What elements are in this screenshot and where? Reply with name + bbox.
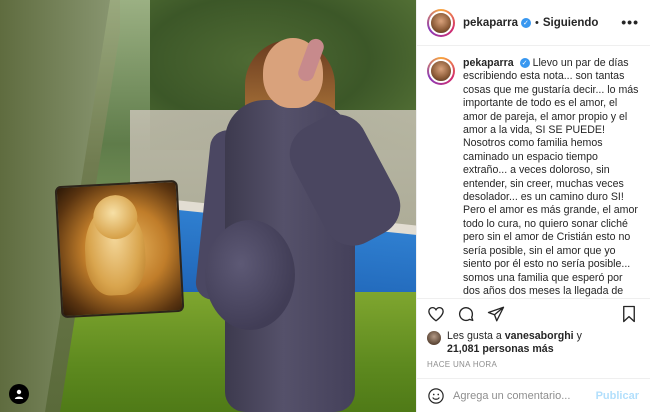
ultrasound-inset [54,179,185,319]
comment-input[interactable] [453,389,593,402]
caption-body: Llevo un par de días escribiendo esta no… [463,57,639,297]
person-belly [205,220,295,330]
header-username[interactable]: pekaparra [463,17,518,29]
action-icons-row [427,305,505,323]
header-separator: • [534,16,539,29]
comment-box: Publicar [417,378,650,412]
publish-button[interactable]: Publicar [596,390,639,402]
bookmark-icon[interactable] [621,305,639,323]
following-button[interactable]: Siguiendo [543,17,599,29]
avatar[interactable] [427,57,455,85]
likes-count[interactable]: 21,081 personas más [447,343,554,355]
post-caption: pekaparra ✓ Llevo un par de días escribi… [417,57,650,297]
photo-person [194,20,411,412]
post-photo[interactable] [0,0,416,412]
caption-text: pekaparra ✓ Llevo un par de días escribi… [463,57,641,297]
avatar[interactable] [427,8,455,37]
likes-summary: Les gusta a vanesaborghi y 21,081 person… [427,330,582,356]
post-side-panel: pekaparra ✓ • Siguiendo ••• pekaparra ✓ … [416,0,650,412]
verified-badge-icon: ✓ [519,58,530,69]
caption-username[interactable]: pekaparra [463,57,514,69]
likes-connector: y [576,330,582,342]
post-actions: Les gusta a vanesaborghi y 21,081 person… [417,298,650,368]
user-tag-icon[interactable] [9,384,29,404]
heart-icon[interactable] [427,305,445,323]
smiley-icon[interactable] [427,387,445,405]
likes-prefix: Les gusta a [447,330,502,342]
post-header: pekaparra ✓ • Siguiendo ••• [417,0,650,46]
paper-plane-icon[interactable] [487,305,505,323]
liker-avatar[interactable] [427,331,441,345]
comment-bubble-icon[interactable] [457,305,475,323]
more-options-icon[interactable]: ••• [621,14,639,30]
verified-badge-icon: ✓ [520,17,531,28]
liked-by-username[interactable]: vanesaborghi [505,330,574,342]
likes-text: Les gusta a vanesaborghi y 21,081 person… [447,330,582,356]
post-timestamp[interactable]: HACE UNA HORA [427,360,497,369]
